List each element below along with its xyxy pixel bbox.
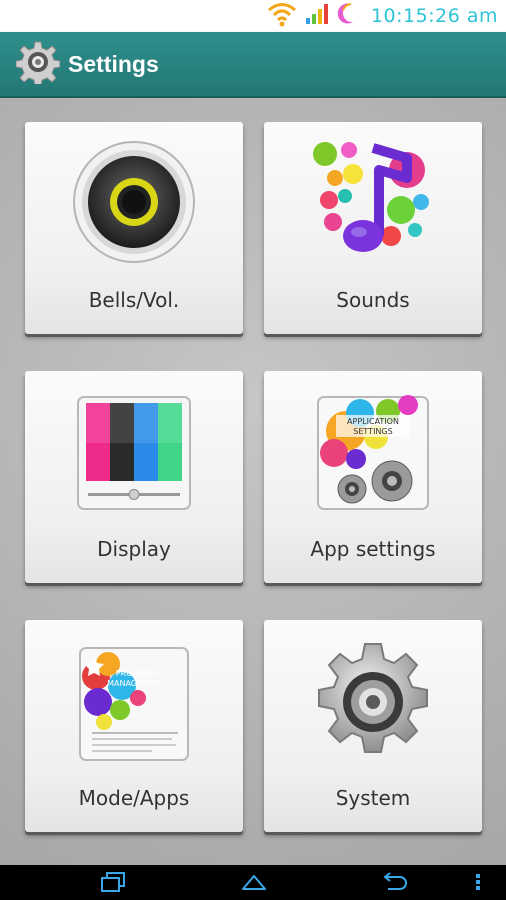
wifi-icon xyxy=(267,1,297,31)
tile-system[interactable]: System xyxy=(264,620,482,832)
signal-icon xyxy=(305,3,329,29)
status-bar: 10:15:26 am xyxy=(0,0,506,32)
gear-icon[interactable] xyxy=(15,40,61,88)
settings-grid: Bells/Vol. Sounds Display APPLICATION SE… xyxy=(0,98,506,865)
tile-label: App settings xyxy=(310,537,436,561)
home-icon[interactable] xyxy=(240,871,268,897)
tile-label: System xyxy=(335,786,411,810)
system-gear-icon xyxy=(311,640,435,768)
program-management-icon: PROGRAM MANAGEMENT xyxy=(78,646,190,766)
tile-display[interactable]: Display xyxy=(25,371,243,583)
music-note-icon xyxy=(311,140,435,268)
display-icon xyxy=(76,395,192,515)
svg-text:PROGRAM: PROGRAM xyxy=(116,669,157,678)
action-bar: Settings xyxy=(0,32,506,98)
status-clock: 10:15:26 am xyxy=(370,5,498,27)
tile-label: Mode/Apps xyxy=(78,786,190,810)
back-icon[interactable] xyxy=(380,871,408,897)
tile-bells-vol[interactable]: Bells/Vol. xyxy=(25,122,243,334)
tile-mode-apps[interactable]: PROGRAM MANAGEMENT Mode/Apps xyxy=(25,620,243,832)
tile-label: Sounds xyxy=(336,288,410,312)
battery-moon-icon xyxy=(337,2,357,30)
tile-label: Display xyxy=(97,537,171,561)
svg-text:SETTINGS: SETTINGS xyxy=(353,427,392,436)
tile-app-settings[interactable]: APPLICATION SETTINGS App settings xyxy=(264,371,482,583)
tile-sounds[interactable]: Sounds xyxy=(264,122,482,334)
tile-label: Bells/Vol. xyxy=(88,288,180,312)
speaker-icon xyxy=(72,140,196,268)
svg-text:APPLICATION: APPLICATION xyxy=(347,417,399,426)
page-title: Settings xyxy=(68,50,159,77)
svg-text:MANAGEMENT: MANAGEMENT xyxy=(107,679,165,688)
menu-icon[interactable] xyxy=(474,871,482,897)
navigation-bar xyxy=(0,865,506,900)
recent-apps-icon[interactable] xyxy=(100,871,126,897)
application-settings-icon: APPLICATION SETTINGS xyxy=(316,395,430,515)
